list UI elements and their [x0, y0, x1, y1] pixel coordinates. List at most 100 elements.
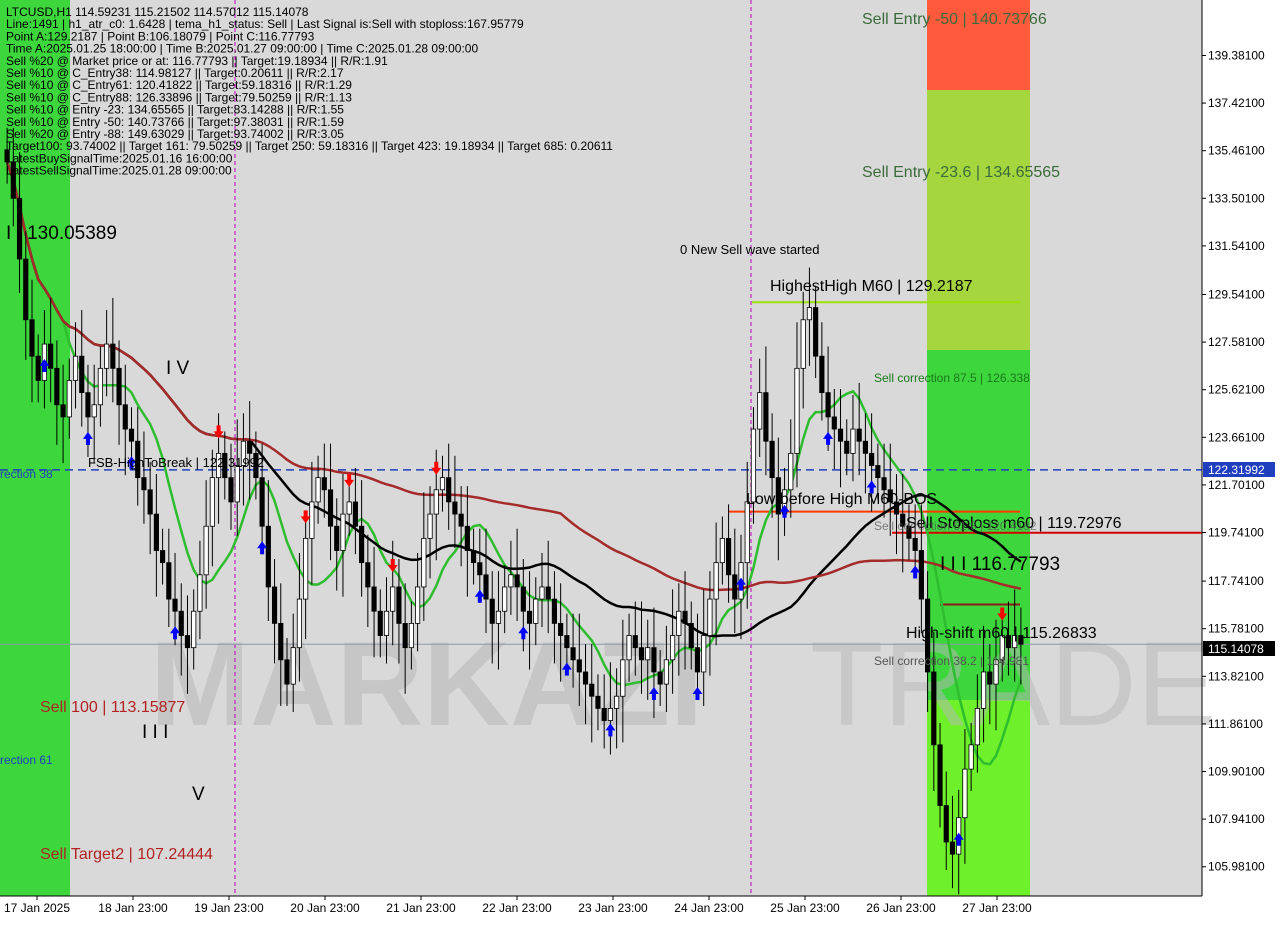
candle-body [508, 574, 514, 588]
candle-body [91, 404, 97, 418]
candle-body [408, 622, 414, 649]
candle-body [800, 319, 806, 369]
candle-body [719, 537, 725, 564]
x-tick-label: 18 Jan 23:00 [98, 901, 168, 915]
candle-body [825, 392, 831, 418]
candle-body [570, 647, 576, 661]
candle-body [987, 671, 993, 685]
candle-body [85, 392, 91, 418]
candle-body [632, 635, 638, 649]
low-before-high-label: Low before High M60-BOS [746, 491, 937, 508]
candle-body [340, 513, 346, 551]
candle-body [104, 343, 110, 369]
candle-body [421, 537, 427, 588]
candle-body [943, 805, 949, 843]
candle-body [296, 598, 303, 649]
candle-body [638, 647, 645, 661]
y-tick-label: 105.98100 [1208, 860, 1265, 874]
candle-body [66, 380, 72, 418]
sell-target2-label: Sell Target2 | 107.24444 [40, 846, 213, 863]
candle-body [259, 477, 265, 527]
candle-body [54, 367, 60, 406]
candle-body [265, 525, 271, 588]
x-tick-label: 27 Jan 23:00 [962, 901, 1032, 915]
candle-body [23, 258, 29, 321]
y-tick-label: 139.38100 [1208, 48, 1265, 62]
candle-body [620, 659, 626, 697]
candle-body [321, 477, 327, 491]
candle-body [303, 537, 309, 600]
candle-body [439, 477, 446, 491]
price-axis-panel [1202, 0, 1280, 920]
candle-body [614, 695, 620, 709]
candle-body [203, 525, 209, 576]
candle-body [937, 744, 943, 806]
candle-body [160, 550, 166, 564]
sell-entry-50-label: Sell Entry -50 | 140.73766 [862, 11, 1047, 28]
candle-body [147, 489, 153, 515]
fsb-high-label: FSB-HighToBreak | 122.31992 [88, 455, 264, 470]
x-tick-label: 25 Jan 23:00 [770, 901, 840, 915]
y-tick-label: 121.70100 [1208, 478, 1265, 492]
candle-body [732, 574, 738, 600]
candle-body [452, 501, 458, 515]
wave-v-label: V [192, 784, 205, 805]
x-tick-label: 22 Jan 23:00 [482, 901, 552, 915]
candle-body [365, 562, 371, 588]
candle-body [931, 671, 937, 746]
candle-body [377, 610, 383, 636]
candle-body [495, 610, 502, 624]
candle-body [383, 610, 390, 636]
candle-body [247, 440, 253, 454]
candle-body [713, 562, 719, 600]
highest-high-label: HighestHigh M60 | 129.2187 [770, 278, 973, 295]
candle-body [744, 501, 750, 564]
candle-body [48, 343, 54, 369]
x-tick-label: 23 Jan 23:00 [578, 901, 648, 915]
sell-entry-23-label: Sell Entry -23.6 | 134.65565 [862, 164, 1060, 181]
candle-body [601, 707, 607, 721]
candle-body [128, 428, 135, 442]
candle-body [327, 489, 334, 527]
candle-body [582, 671, 589, 685]
candle-body [670, 635, 676, 661]
candle-body [502, 586, 508, 612]
candle-body [701, 635, 707, 673]
candle-body [477, 562, 483, 576]
candle-body [707, 598, 713, 636]
sell-correction-mid-label: Sell correction 61.8 | 120.4182 [874, 519, 1037, 533]
candle-body [446, 477, 452, 503]
candle-body [576, 659, 582, 673]
y-tick-label: 127.58100 [1208, 335, 1265, 349]
candle-body [769, 440, 775, 479]
candle-body [278, 622, 284, 661]
candle-body [688, 622, 694, 649]
candle-body [228, 477, 234, 503]
candle-body [545, 586, 551, 600]
candle-body [918, 550, 924, 600]
candle-body [35, 355, 41, 381]
candle-body [651, 647, 657, 673]
x-tick-label: 17 Jan 2025 [4, 901, 70, 915]
candle-body [626, 635, 632, 661]
candle-body [539, 586, 545, 600]
candle-body [819, 355, 825, 394]
candle-body [72, 355, 79, 381]
x-tick-label: 24 Jan 23:00 [674, 901, 744, 915]
candle-body [856, 428, 862, 442]
current-price-text: 115.14078 [1208, 642, 1264, 656]
candle-body [178, 610, 184, 636]
candle-body [757, 392, 763, 430]
y-tick-label: 125.62100 [1208, 383, 1265, 397]
candle-body [390, 586, 396, 612]
candle-body [645, 647, 651, 661]
candle-body [837, 428, 844, 442]
y-tick-label: 115.78100 [1208, 622, 1264, 636]
candle-body [334, 525, 340, 551]
candle-body [558, 622, 564, 636]
candle-body [346, 501, 352, 515]
candle-body [844, 440, 850, 454]
y-tick-label: 131.54100 [1208, 239, 1265, 253]
candle-body [694, 647, 701, 673]
candle-body [79, 355, 85, 394]
